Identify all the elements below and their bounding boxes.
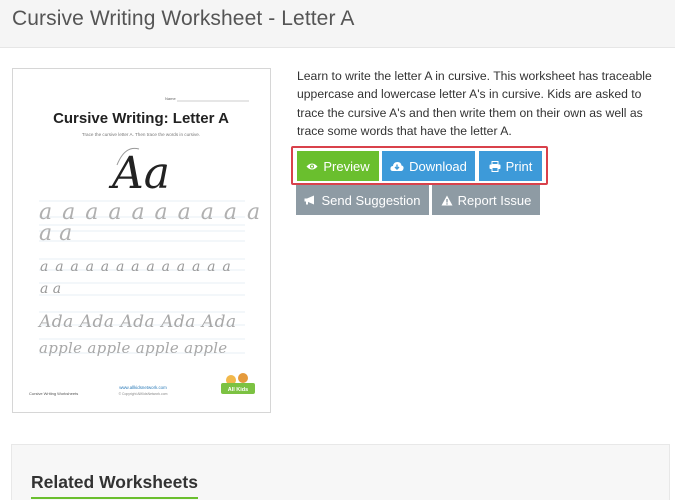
report-issue-button[interactable]: Report Issue (432, 185, 540, 215)
print-button[interactable]: Print (479, 151, 542, 181)
print-label: Print (505, 158, 533, 174)
worksheet-preview-image: Name Cursive Writing: Letter A Trace the… (29, 96, 262, 396)
worksheet-row-upper2: a a (39, 221, 72, 246)
worksheet-row-lower: a a a a a a a a a a a a a (40, 259, 232, 275)
worksheet-row-upper: a a a a a a a a a a (39, 200, 262, 225)
worksheet-thumbnail[interactable]: Name Cursive Writing: Letter A Trace the… (12, 68, 271, 413)
worksheet-footer-url: www.allkidsnetwork.com (119, 385, 167, 390)
page-title: Cursive Writing Worksheet - Letter A (12, 7, 355, 30)
eye-icon (306, 163, 318, 169)
worksheet-row-apple: apple apple apple apple (39, 339, 228, 357)
preview-label: Preview (323, 158, 370, 174)
worksheet-footer-left: Cursive Writing Worksheets (29, 391, 78, 396)
worksheet-description: Learn to write the letter A in cursive. … (297, 69, 652, 139)
printer-icon (489, 160, 501, 172)
cloud-download-icon (390, 161, 404, 171)
send-suggestion-label: Send Suggestion (321, 192, 421, 208)
worksheet-heading: Cursive Writing: Letter A (53, 110, 229, 127)
all-kids-logo-icon: All Kids (221, 373, 255, 394)
preview-button[interactable]: Preview (297, 151, 379, 181)
download-label: Download (409, 158, 467, 174)
logo-text: All Kids (228, 387, 248, 393)
megaphone-icon (304, 195, 315, 205)
worksheet-big-letters: Aa (108, 148, 170, 199)
page-header: Cursive Writing Worksheet - Letter A (0, 0, 675, 48)
related-worksheets-section: Related Worksheets (11, 444, 670, 500)
warning-icon (441, 195, 453, 205)
send-suggestion-button[interactable]: Send Suggestion (296, 185, 429, 215)
worksheet-instruction: Trace the cursive letter A. Then trace t… (82, 132, 200, 137)
worksheet-row-lower2: a a (40, 281, 61, 297)
related-worksheets-title: Related Worksheets (31, 472, 198, 499)
report-issue-label: Report Issue (457, 192, 532, 208)
worksheet-row-ada: Ada Ada Ada Ada Ada (37, 312, 237, 332)
worksheet-name-label: Name (165, 96, 176, 101)
worksheet-footer-copy: © Copyright AllKidsNetwork.com (119, 392, 168, 396)
download-button[interactable]: Download (382, 151, 475, 181)
